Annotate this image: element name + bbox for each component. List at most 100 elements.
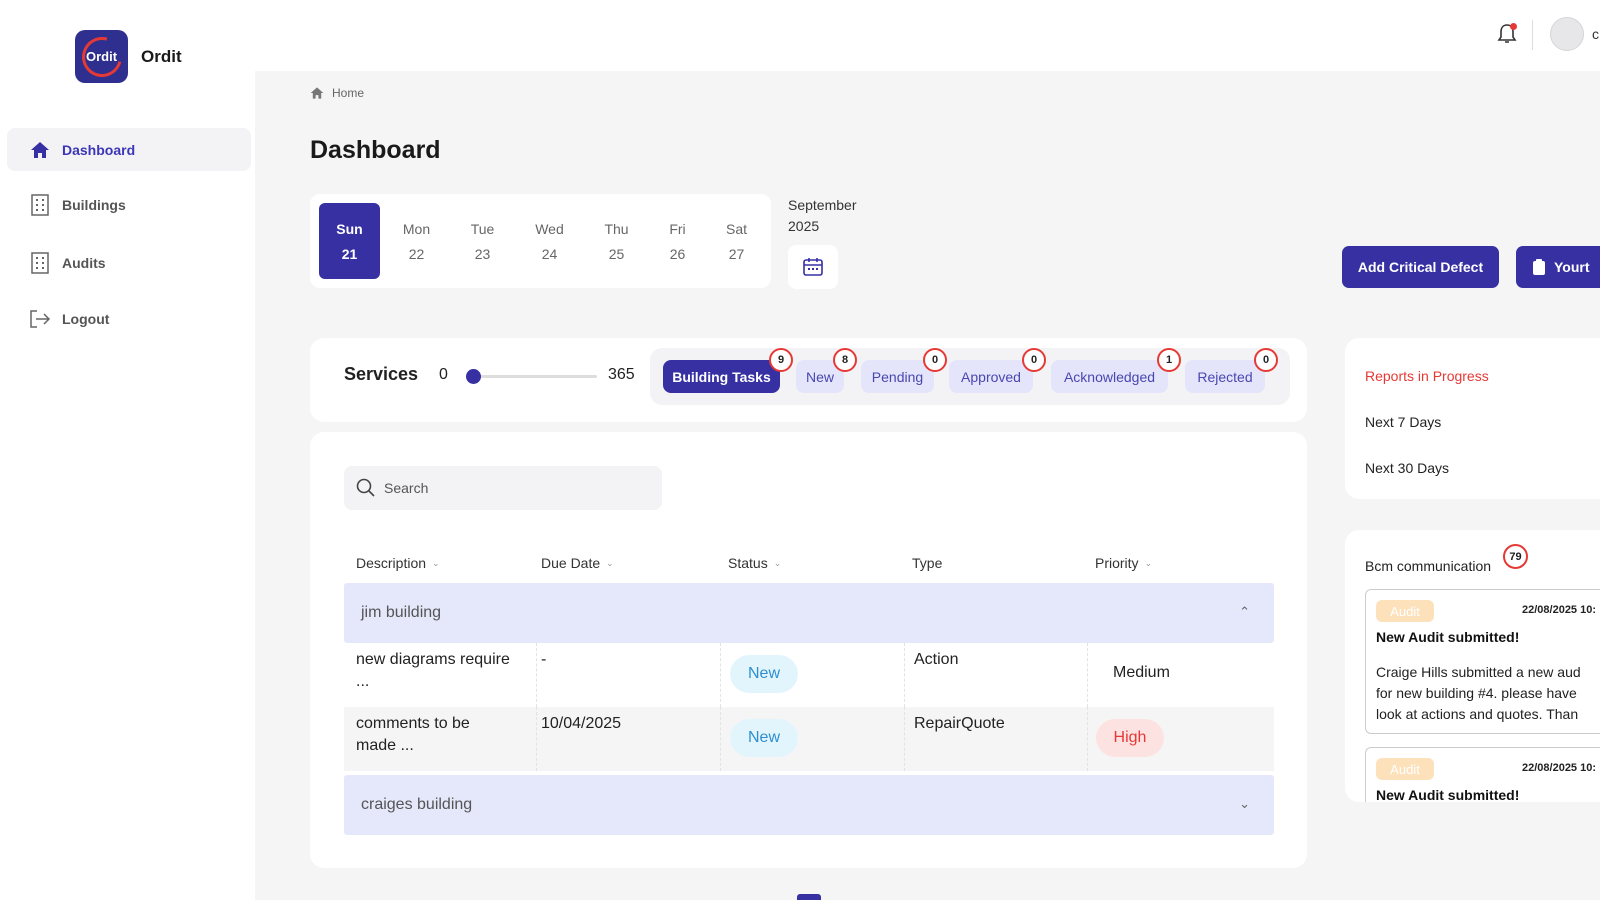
cell-type: RepairQuote — [914, 715, 1005, 732]
sidebar-item-buildings[interactable]: Buildings — [7, 183, 251, 226]
priority-badge: High — [1096, 719, 1164, 757]
column-header-priority[interactable]: Priority ⌄ — [1095, 552, 1152, 574]
tab-building-tasks[interactable]: Building Tasks 9 — [663, 348, 793, 393]
month-label: September — [788, 197, 857, 213]
chevron-down-icon: ⌄ — [606, 557, 614, 568]
range-slider-thumb[interactable] — [466, 369, 481, 384]
message-body: Craige Hills submitted a new aud for new… — [1376, 662, 1600, 725]
day-mon[interactable]: Mon 22 — [386, 203, 447, 279]
message-card[interactable]: Audit 22/08/2025 10: New Audit submitted… — [1365, 589, 1600, 734]
secondary-action-button[interactable]: Yourt — [1516, 246, 1600, 288]
reports-item-next-30-days[interactable]: Next 30 Days — [1365, 460, 1449, 476]
chevron-down-icon[interactable]: ⌄ — [1239, 796, 1250, 812]
group-row-jim-building[interactable]: jim building ⌃ — [344, 583, 1274, 643]
range-slider-track[interactable] — [473, 375, 597, 378]
sidebar-item-label: Logout — [62, 310, 110, 327]
top-bar — [255, 0, 1600, 71]
description-line: made ... — [356, 737, 414, 754]
search-placeholder: Search — [384, 480, 429, 496]
day-name: Sun — [336, 220, 363, 237]
message-line: look at actions and quotes. Than — [1376, 706, 1579, 722]
pagination-current[interactable] — [797, 894, 821, 900]
column-divider — [904, 707, 905, 771]
services-card: Services 0 365 Building Tasks 9 New 8 Pend… — [310, 338, 1307, 422]
count-badge: 0 — [1022, 348, 1046, 372]
cell-priority: Medium — [1113, 664, 1170, 681]
message-title: New Audit submitted! — [1376, 629, 1520, 645]
reports-item-next-7-days[interactable]: Next 7 Days — [1365, 414, 1441, 430]
count-badge: 0 — [923, 348, 947, 372]
calendar-icon — [803, 258, 823, 276]
group-row-craiges-building[interactable]: craiges building ⌄ — [344, 775, 1274, 835]
message-card[interactable]: Audit 22/08/2025 10: New Audit submitted… — [1365, 747, 1600, 802]
column-header-type[interactable]: Type — [912, 552, 942, 574]
home-icon[interactable] — [310, 86, 324, 100]
app-logo[interactable]: Ordit — [75, 30, 128, 83]
count-badge: 1 — [1157, 348, 1181, 372]
column-divider — [536, 707, 537, 771]
breadcrumb: Home — [310, 86, 364, 100]
message-title: New Audit submitted! — [1376, 787, 1520, 802]
communication-title: Bcm communication — [1365, 558, 1492, 574]
chevron-up-icon[interactable]: ⌃ — [1239, 604, 1250, 620]
sidebar-item-audits[interactable]: Audits — [7, 241, 251, 284]
calendar-button[interactable] — [788, 245, 838, 289]
count-badge: 0 — [1254, 348, 1278, 372]
search-field[interactable]: Search — [344, 466, 662, 510]
building-icon — [29, 193, 51, 216]
sidebar-item-label: Audits — [62, 254, 106, 271]
day-name: Wed — [535, 220, 564, 237]
day-tue[interactable]: Tue 23 — [452, 203, 513, 279]
chevron-down-icon: ⌄ — [432, 557, 440, 568]
day-date: 22 — [408, 245, 425, 262]
status-tabs: Building Tasks 9 New 8 Pending 0 Approved 0 … — [650, 348, 1290, 405]
secondary-action-label: Yourt — [1554, 259, 1590, 275]
tab-approved[interactable]: Approved 0 — [949, 348, 1046, 393]
cell-due-date: 10/04/2025 — [541, 715, 622, 732]
logout-icon — [29, 308, 51, 330]
tab-new[interactable]: New 8 — [796, 348, 857, 393]
tab-rejected[interactable]: Rejected 0 — [1185, 348, 1278, 393]
table-row[interactable]: new diagrams require... - New Action Med… — [344, 643, 1274, 707]
reports-title[interactable]: Reports in Progress — [1365, 368, 1489, 384]
column-header-status[interactable]: Status ⌄ — [728, 552, 781, 574]
user-name[interactable]: c — [1592, 26, 1599, 42]
column-header-due-date[interactable]: Due Date ⌄ — [541, 552, 614, 574]
column-label: Status — [728, 555, 768, 571]
breadcrumb-home[interactable]: Home — [332, 86, 364, 100]
range-min: 0 — [439, 366, 448, 383]
message-line: Craige Hills submitted a new aud — [1376, 664, 1581, 680]
day-thu[interactable]: Thu 25 — [586, 203, 647, 279]
home-icon — [29, 139, 51, 161]
message-tag: Audit — [1376, 600, 1434, 622]
sidebar-item-label: Buildings — [62, 196, 126, 213]
app-name: Ordit — [141, 47, 182, 66]
add-critical-defect-button[interactable]: Add Critical Defect — [1342, 246, 1499, 288]
logo-text: Ordit — [85, 49, 118, 64]
day-name: Fri — [669, 220, 686, 237]
column-divider — [536, 643, 537, 707]
column-divider — [1087, 707, 1088, 771]
tab-acknowledged[interactable]: Acknowledged 1 — [1051, 348, 1181, 393]
day-date: 24 — [541, 245, 558, 262]
tab-pending[interactable]: Pending 0 — [861, 348, 947, 393]
day-wed[interactable]: Wed 24 — [519, 203, 580, 279]
table-row[interactable]: comments to be made ... 10/04/2025 New Re… — [344, 707, 1274, 771]
sidebar: Ordit Ordit Dashboard Buildings Audits L… — [0, 0, 255, 900]
cell-due-date: - — [541, 651, 547, 668]
day-sat[interactable]: Sat 27 — [706, 203, 767, 279]
count-badge: 79 — [1503, 544, 1528, 569]
day-date: 23 — [474, 245, 491, 262]
day-fri[interactable]: Fri 26 — [647, 203, 708, 279]
column-header-description[interactable]: Description ⌄ — [356, 552, 440, 574]
sidebar-item-dashboard[interactable]: Dashboard — [7, 128, 251, 171]
description-line: comments to be — [356, 715, 470, 732]
day-name: Thu — [604, 220, 629, 237]
notification-dot — [1510, 23, 1517, 30]
chevron-down-icon: ⌄ — [1144, 557, 1153, 568]
cell-description: new diagrams require... — [356, 649, 510, 693]
avatar[interactable] — [1550, 17, 1584, 51]
day-sun[interactable]: Sun 21 — [319, 203, 380, 279]
sidebar-item-logout[interactable]: Logout — [7, 297, 251, 340]
chevron-down-icon: ⌄ — [773, 557, 782, 568]
